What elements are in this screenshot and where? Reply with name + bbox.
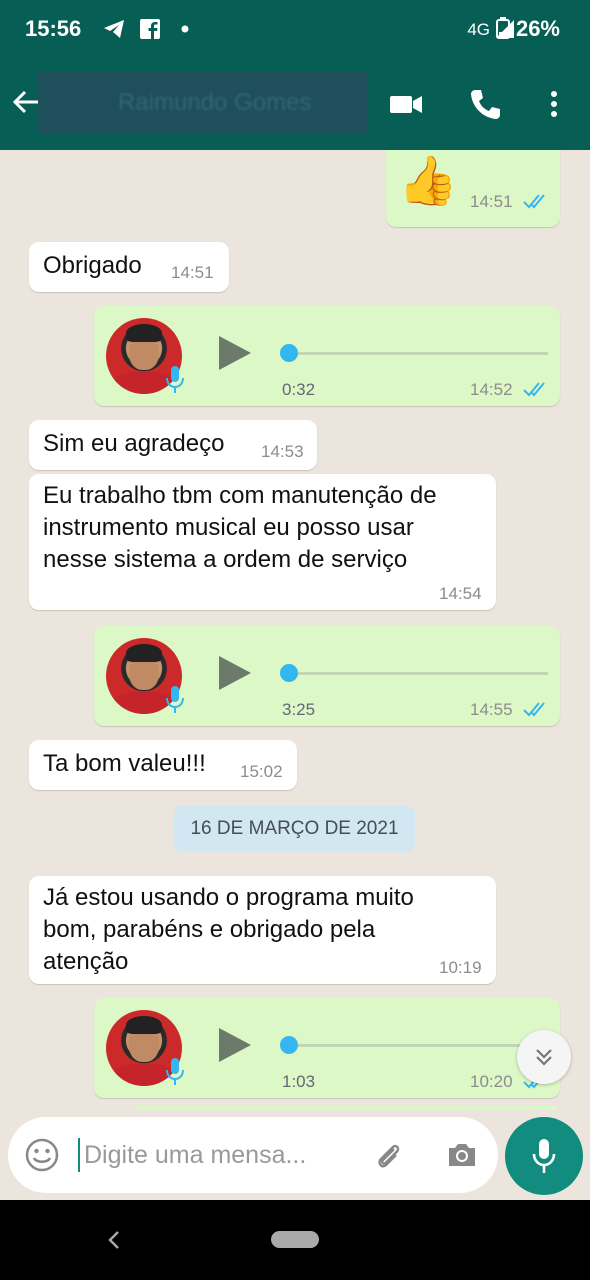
text-cursor bbox=[78, 1138, 80, 1172]
voice-call-icon[interactable] bbox=[467, 86, 503, 122]
message-incoming[interactable]: Sim eu agradeço 14:53 bbox=[29, 420, 317, 470]
facebook-icon bbox=[140, 19, 160, 39]
battery-percent: 26% bbox=[515, 16, 560, 41]
system-nav-bar bbox=[0, 1200, 590, 1280]
message-outgoing-emoji[interactable]: 👍 14:51 bbox=[386, 150, 560, 227]
message-input[interactable] bbox=[84, 1137, 354, 1173]
message-text: Ta bom valeu!!! bbox=[43, 750, 206, 777]
camera-icon[interactable] bbox=[444, 1137, 480, 1173]
message-incoming[interactable]: Eu trabalho tbm com manutenção de instru… bbox=[29, 474, 496, 610]
message-outgoing-partial bbox=[130, 1106, 560, 1110]
attach-icon[interactable] bbox=[370, 1137, 406, 1173]
nav-home-pill[interactable] bbox=[271, 1231, 319, 1248]
audio-duration: 3:25 bbox=[282, 700, 316, 719]
message-time: 14:51 bbox=[171, 263, 214, 282]
message-line-3: nesse sistema a ordem de serviço bbox=[43, 546, 408, 573]
message-incoming[interactable]: Já estou usando o programa muito bom, pa… bbox=[29, 876, 496, 984]
message-time: 15:02 bbox=[240, 762, 283, 781]
voice-mic-icon bbox=[166, 686, 184, 713]
message-time: 10:20 bbox=[470, 1072, 513, 1091]
voice-message-outgoing[interactable]: 0:32 14:52 bbox=[94, 306, 560, 406]
contact-name-blurred[interactable]: Raimundo Gomes bbox=[38, 72, 368, 134]
message-time: 14:55 bbox=[470, 700, 513, 719]
audio-seek-knob[interactable] bbox=[280, 344, 298, 362]
message-line-2: bom, parabéns e obrigado pela bbox=[43, 916, 376, 943]
more-options-icon[interactable] bbox=[536, 86, 572, 122]
network-type: 4G bbox=[467, 20, 490, 39]
contact-name[interactable]: Raimundo Gomes bbox=[38, 89, 311, 116]
battery-level: 26% bbox=[495, 16, 560, 42]
audio-progress-track[interactable] bbox=[284, 1044, 548, 1047]
audio-progress-track[interactable] bbox=[284, 352, 548, 355]
status-bar: 15:56 4G 26% bbox=[0, 0, 590, 58]
double-chevron-down-icon bbox=[536, 1049, 552, 1066]
telegram-icon bbox=[104, 20, 124, 38]
notification-dot-icon bbox=[181, 25, 189, 33]
play-button[interactable] bbox=[219, 1028, 251, 1062]
play-button[interactable] bbox=[219, 656, 251, 690]
message-line-1: Eu trabalho tbm com manutenção de bbox=[43, 482, 437, 509]
chat-header: Raimundo Gomes bbox=[0, 58, 590, 150]
message-composer bbox=[8, 1117, 498, 1193]
audio-duration: 0:32 bbox=[282, 380, 316, 399]
voice-message-outgoing[interactable]: 1:03 10:20 bbox=[94, 998, 560, 1098]
nav-back-icon[interactable] bbox=[104, 1228, 124, 1252]
status-time: 15:56 bbox=[25, 16, 82, 41]
scroll-to-bottom-button[interactable] bbox=[517, 1030, 571, 1084]
chat-area[interactable]: 👍 14:51 Obrigado 14:51 0:32 14:52 Sim eu… bbox=[0, 150, 590, 1110]
message-line-1: Já estou usando o programa muito bbox=[43, 884, 414, 911]
message-time: 14:51 bbox=[470, 192, 513, 211]
read-ticks-icon bbox=[523, 194, 545, 209]
message-time: 14:54 bbox=[439, 584, 482, 603]
message-incoming[interactable]: Ta bom valeu!!! 15:02 bbox=[29, 740, 297, 790]
message-text: Obrigado bbox=[43, 252, 142, 279]
audio-duration: 1:03 bbox=[282, 1072, 316, 1091]
message-time: 14:52 bbox=[470, 380, 513, 399]
voice-mic-icon bbox=[166, 1058, 184, 1085]
date-divider: 16 DE MARÇO DE 2021 bbox=[174, 806, 415, 852]
play-button[interactable] bbox=[219, 336, 251, 370]
audio-seek-knob[interactable] bbox=[280, 1036, 298, 1054]
message-time: 14:53 bbox=[261, 442, 304, 461]
audio-seek-knob[interactable] bbox=[280, 664, 298, 682]
message-text: Sim eu agradeço bbox=[43, 430, 225, 457]
battery-icon bbox=[495, 17, 510, 39]
message-line-3: atenção bbox=[43, 948, 129, 975]
message-time: 10:19 bbox=[439, 958, 482, 977]
video-call-icon[interactable] bbox=[388, 86, 424, 122]
voice-mic-icon bbox=[166, 366, 184, 393]
microphone-icon bbox=[532, 1139, 556, 1173]
message-line-2: instrumento musical eu posso usar bbox=[43, 514, 414, 541]
record-voice-button[interactable] bbox=[505, 1117, 583, 1195]
message-incoming[interactable]: Obrigado 14:51 bbox=[29, 242, 229, 292]
read-ticks-icon bbox=[523, 382, 545, 397]
audio-progress-track[interactable] bbox=[284, 672, 548, 675]
read-ticks-icon bbox=[523, 702, 545, 717]
voice-message-outgoing[interactable]: 3:25 14:55 bbox=[94, 626, 560, 726]
emoji-icon[interactable] bbox=[24, 1137, 60, 1173]
thumbs-up-emoji: 👍 bbox=[398, 155, 458, 208]
